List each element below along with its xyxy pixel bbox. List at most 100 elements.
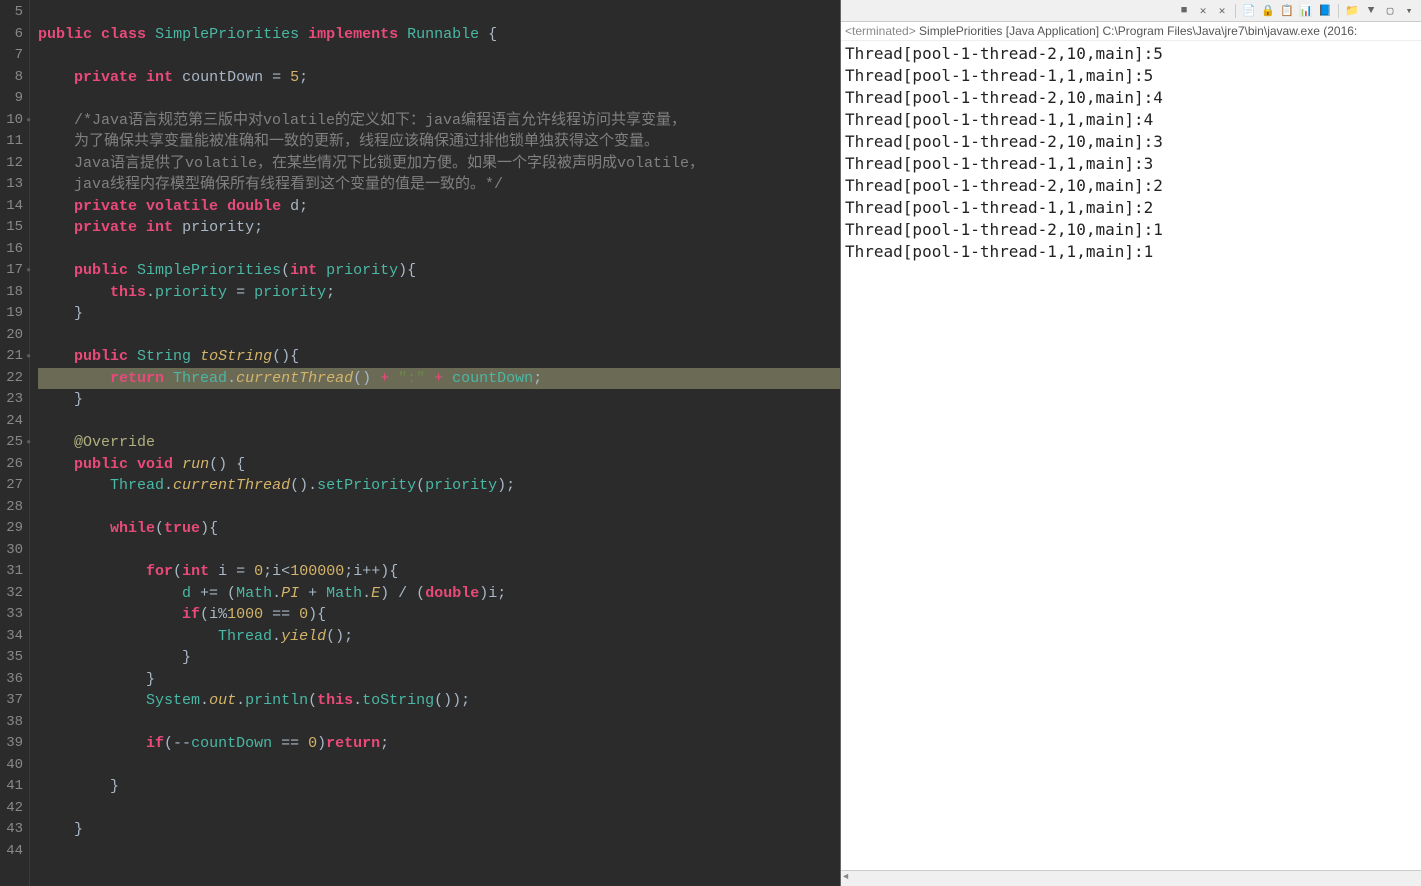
- code-line[interactable]: System.out.println(this.toString());: [38, 690, 840, 712]
- line-number: 11: [0, 131, 23, 153]
- code-line[interactable]: [38, 540, 840, 562]
- code-line[interactable]: }: [38, 303, 840, 325]
- toolbar-icon[interactable]: 📊: [1298, 3, 1314, 19]
- line-number: 20: [0, 325, 23, 347]
- console-header: <terminated> SimplePriorities [Java Appl…: [841, 22, 1421, 41]
- code-line[interactable]: [38, 755, 840, 777]
- line-number: 7: [0, 45, 23, 67]
- console-toolbar: ■✕✕📄🔒📋📊📘📁▼▢▾: [841, 0, 1421, 22]
- code-line[interactable]: private int priority;: [38, 217, 840, 239]
- line-number: 38: [0, 712, 23, 734]
- console-panel: ■✕✕📄🔒📋📊📘📁▼▢▾ <terminated> SimplePrioriti…: [840, 0, 1421, 886]
- code-line[interactable]: }: [38, 647, 840, 669]
- line-number: 8: [0, 67, 23, 89]
- line-number: 18: [0, 282, 23, 304]
- line-number: 23: [0, 389, 23, 411]
- line-number: 33: [0, 604, 23, 626]
- code-line[interactable]: public void run() {: [38, 454, 840, 476]
- line-number: 13: [0, 174, 23, 196]
- code-line[interactable]: public class SimplePriorities implements…: [38, 24, 840, 46]
- toolbar-icon[interactable]: ■: [1176, 3, 1192, 19]
- line-number: 19: [0, 303, 23, 325]
- line-number: 16: [0, 239, 23, 261]
- terminated-label: <terminated>: [845, 24, 916, 38]
- line-number: 35: [0, 647, 23, 669]
- line-number: 15: [0, 217, 23, 239]
- line-number: 28: [0, 497, 23, 519]
- line-number: 6: [0, 24, 23, 46]
- console-header-text: SimplePriorities [Java Application] C:\P…: [916, 24, 1358, 38]
- toolbar-icon[interactable]: 🔒: [1260, 3, 1276, 19]
- console-output[interactable]: Thread[pool-1-thread-2,10,main]:5 Thread…: [841, 41, 1421, 870]
- code-line[interactable]: Thread.yield();: [38, 626, 840, 648]
- code-line[interactable]: d += (Math.PI + Math.E) / (double)i;: [38, 583, 840, 605]
- code-line[interactable]: private int countDown = 5;: [38, 67, 840, 89]
- code-line[interactable]: while(true){: [38, 518, 840, 540]
- code-line[interactable]: [38, 841, 840, 863]
- line-number: 41: [0, 776, 23, 798]
- code-line[interactable]: @Override: [38, 432, 840, 454]
- toolbar-icon[interactable]: ▾: [1401, 3, 1417, 19]
- toolbar-icon[interactable]: ✕: [1214, 3, 1230, 19]
- code-line[interactable]: if(--countDown == 0)return;: [38, 733, 840, 755]
- line-number: 10: [0, 110, 23, 132]
- code-line[interactable]: Java语言提供了volatile，在某些情况下比锁更加方便。如果一个字段被声明…: [38, 153, 840, 175]
- line-number: 9: [0, 88, 23, 110]
- line-number: 27: [0, 475, 23, 497]
- line-number: 43: [0, 819, 23, 841]
- toolbar-icon[interactable]: ▢: [1382, 3, 1398, 19]
- code-line[interactable]: private volatile double d;: [38, 196, 840, 218]
- code-line[interactable]: [38, 2, 840, 24]
- code-line[interactable]: public String toString(){: [38, 346, 840, 368]
- toolbar-icon[interactable]: 📄: [1241, 3, 1257, 19]
- code-line[interactable]: [38, 411, 840, 433]
- code-line[interactable]: java线程内存模型确保所有线程看到这个变量的值是一致的。*/: [38, 174, 840, 196]
- code-line[interactable]: /*Java语言规范第三版中对volatile的定义如下：java编程语言允许线…: [38, 110, 840, 132]
- line-number: 31: [0, 561, 23, 583]
- line-number: 5: [0, 2, 23, 24]
- toolbar-separator: [1338, 4, 1339, 18]
- code-line[interactable]: return Thread.currentThread() + ":" + co…: [38, 368, 840, 390]
- code-line[interactable]: [38, 325, 840, 347]
- toolbar-icon[interactable]: ▼: [1363, 3, 1379, 19]
- line-number: 42: [0, 798, 23, 820]
- toolbar-icon[interactable]: 📁: [1344, 3, 1360, 19]
- line-number: 22: [0, 368, 23, 390]
- line-number: 36: [0, 669, 23, 691]
- code-line[interactable]: [38, 497, 840, 519]
- toolbar-icon[interactable]: ✕: [1195, 3, 1211, 19]
- code-line[interactable]: [38, 798, 840, 820]
- line-number: 34: [0, 626, 23, 648]
- code-line[interactable]: }: [38, 819, 840, 841]
- editor-panel: 5678910111213141516171819202122232425262…: [0, 0, 840, 886]
- console-scrollbar[interactable]: [841, 870, 1421, 886]
- code-line[interactable]: [38, 88, 840, 110]
- code-line[interactable]: 为了确保共享变量能被准确和一致的更新，线程应该确保通过排他锁单独获得这个变量。: [38, 131, 840, 153]
- line-number: 21: [0, 346, 23, 368]
- line-number: 24: [0, 411, 23, 433]
- line-number-gutter: 5678910111213141516171819202122232425262…: [0, 0, 30, 886]
- code-line[interactable]: [38, 45, 840, 67]
- line-number: 29: [0, 518, 23, 540]
- line-number: 17: [0, 260, 23, 282]
- toolbar-icon[interactable]: 📋: [1279, 3, 1295, 19]
- code-area[interactable]: public class SimplePriorities implements…: [30, 0, 840, 886]
- line-number: 37: [0, 690, 23, 712]
- line-number: 30: [0, 540, 23, 562]
- code-line[interactable]: Thread.currentThread().setPriority(prior…: [38, 475, 840, 497]
- code-line[interactable]: }: [38, 389, 840, 411]
- code-line[interactable]: }: [38, 669, 840, 691]
- code-line[interactable]: if(i%1000 == 0){: [38, 604, 840, 626]
- code-line[interactable]: for(int i = 0;i<100000;i++){: [38, 561, 840, 583]
- toolbar-icon[interactable]: 📘: [1317, 3, 1333, 19]
- line-number: 25: [0, 432, 23, 454]
- line-number: 44: [0, 841, 23, 863]
- code-line[interactable]: public SimplePriorities(int priority){: [38, 260, 840, 282]
- code-line[interactable]: }: [38, 776, 840, 798]
- code-line[interactable]: this.priority = priority;: [38, 282, 840, 304]
- line-number: 39: [0, 733, 23, 755]
- line-number: 40: [0, 755, 23, 777]
- code-line[interactable]: [38, 712, 840, 734]
- code-line[interactable]: [38, 239, 840, 261]
- line-number: 12: [0, 153, 23, 175]
